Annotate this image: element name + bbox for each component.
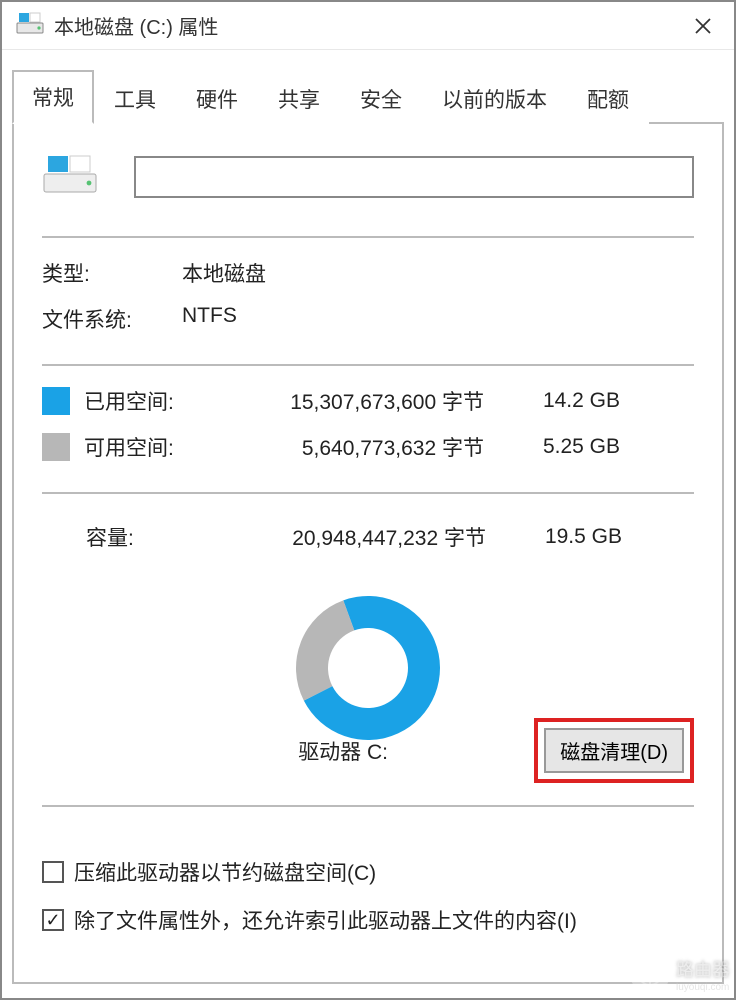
tab-quota[interactable]: 配额 — [567, 72, 649, 124]
index-checkbox[interactable]: ✓ — [42, 909, 64, 931]
filesystem-row: 文件系统: NTFS — [42, 304, 694, 334]
compress-checkbox[interactable] — [42, 861, 64, 883]
close-button[interactable] — [680, 3, 726, 49]
filesystem-label: 文件系统: — [42, 304, 172, 334]
tab-tools[interactable]: 工具 — [94, 72, 176, 124]
compress-checkbox-row[interactable]: 压缩此驱动器以节约磁盘空间(C) — [42, 857, 694, 887]
divider — [42, 236, 694, 238]
tab-hardware[interactable]: 硬件 — [176, 72, 258, 124]
watermark: 路由器 luyouqi.com — [630, 954, 730, 994]
watermark-text: 路由器 — [676, 956, 730, 982]
close-icon — [694, 17, 712, 35]
capacity-bytes: 20,948,447,232 字节 — [226, 522, 486, 552]
used-gb: 14.2 GB — [520, 389, 620, 413]
properties-window: 本地磁盘 (C:) 属性 常规 工具 硬件 共享 安全 以前的版本 配额 — [0, 0, 736, 1000]
drive-name-input[interactable] — [134, 156, 694, 198]
window-title: 本地磁盘 (C:) 属性 — [54, 11, 680, 40]
divider — [42, 364, 694, 366]
tab-previous-versions[interactable]: 以前的版本 — [422, 72, 567, 124]
divider — [42, 492, 694, 494]
free-bytes: 5,640,773,632 字节 — [224, 432, 484, 462]
capacity-row: 容量: 20,948,447,232 字节 19.5 GB — [42, 522, 694, 552]
index-label: 除了文件属性外，还允许索引此驱动器上文件的内容(I) — [74, 905, 577, 935]
free-label: 可用空间: — [84, 432, 224, 462]
drive-icon — [16, 11, 44, 40]
drive-large-icon — [42, 150, 100, 204]
general-panel: 类型: 本地磁盘 文件系统: NTFS 已用空间: 15,307,673,600… — [12, 124, 724, 984]
filesystem-value: NTFS — [182, 304, 237, 334]
watermark-sub: luyouqi.com — [676, 982, 730, 993]
index-checkbox-row[interactable]: ✓ 除了文件属性外，还允许索引此驱动器上文件的内容(I) — [42, 905, 694, 935]
usage-donut-chart — [42, 578, 694, 758]
tab-sharing[interactable]: 共享 — [258, 72, 340, 124]
tab-general[interactable]: 常规 — [12, 70, 94, 124]
divider — [42, 805, 694, 807]
tab-security[interactable]: 安全 — [340, 72, 422, 124]
capacity-label: 容量: — [86, 522, 226, 552]
used-label: 已用空间: — [84, 386, 224, 416]
used-space-row: 已用空间: 15,307,673,600 字节 14.2 GB — [42, 386, 694, 416]
type-value: 本地磁盘 — [182, 258, 266, 288]
free-swatch-icon — [42, 433, 70, 461]
tab-bar: 常规 工具 硬件 共享 安全 以前的版本 配额 — [12, 68, 724, 124]
type-row: 类型: 本地磁盘 — [42, 258, 694, 288]
free-space-row: 可用空间: 5,640,773,632 字节 5.25 GB — [42, 432, 694, 462]
free-gb: 5.25 GB — [520, 435, 620, 459]
type-label: 类型: — [42, 258, 172, 288]
capacity-gb: 19.5 GB — [522, 525, 622, 549]
used-swatch-icon — [42, 387, 70, 415]
titlebar: 本地磁盘 (C:) 属性 — [2, 2, 734, 50]
used-bytes: 15,307,673,600 字节 — [224, 386, 484, 416]
compress-label: 压缩此驱动器以节约磁盘空间(C) — [74, 857, 376, 887]
watermark-icon — [630, 954, 670, 994]
